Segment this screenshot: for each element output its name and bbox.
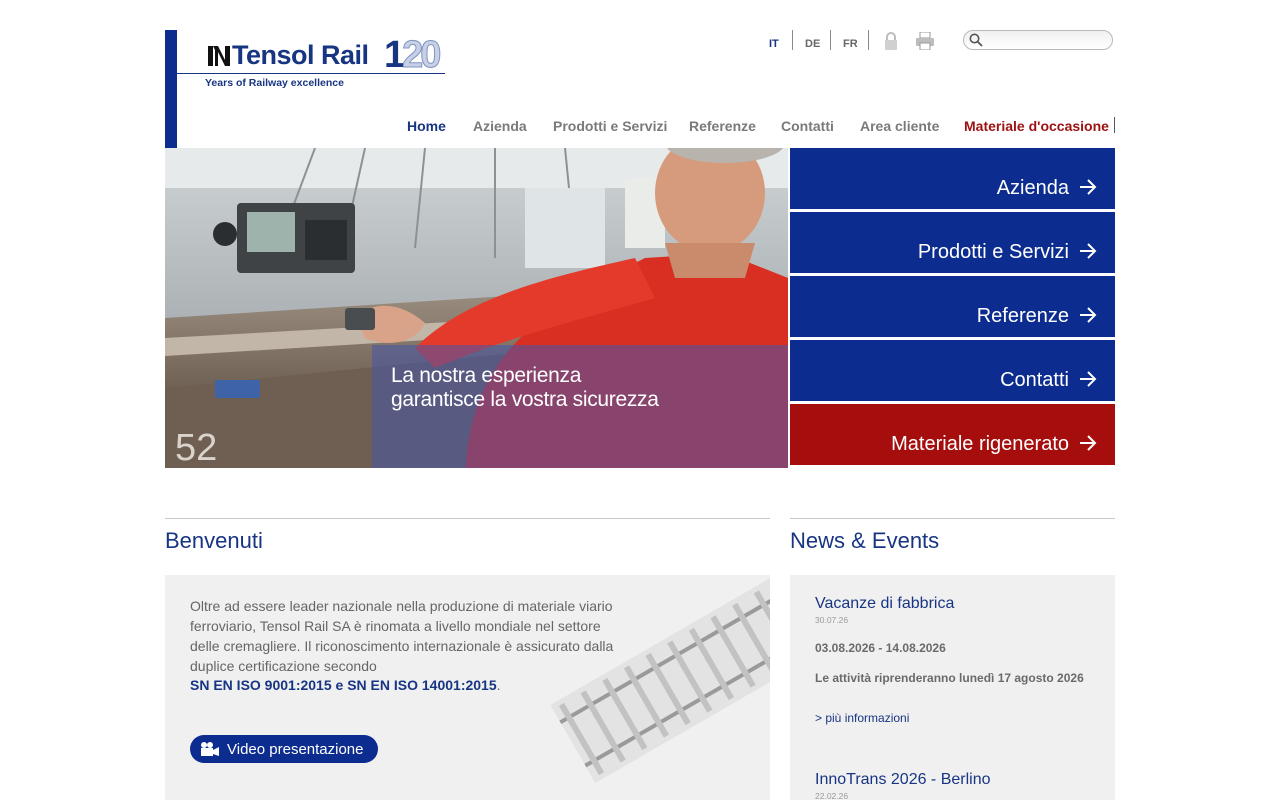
nav-materiale-occasione[interactable]: Materiale d'occasione [964,118,1109,134]
news-item-period: 03.08.2026 - 14.08.2026 [815,641,946,655]
search-icon[interactable] [969,33,983,47]
tile-materiale-rigenerato[interactable]: Materiale rigenerato [790,404,1115,465]
logo-accent-bar [165,30,177,148]
nav-contatti[interactable]: Contatti [781,118,834,134]
svg-text:52: 52 [175,427,217,468]
language-separator [830,30,831,50]
logo-anniversary-number: 120 [384,34,442,77]
arrow-right-icon [1080,435,1097,451]
nav-prodotti-servizi[interactable]: Prodotti e Servizi [553,118,667,134]
search-input[interactable] [963,30,1113,50]
tile-label: Azienda [996,177,1069,199]
iso-suffix: . [496,677,501,693]
lock-icon[interactable] [883,32,899,50]
welcome-heading: Benvenuti [165,528,263,553]
news-item-title[interactable]: Vacanze di fabbrica [815,595,954,613]
arrow-right-icon [1080,371,1097,387]
video-camera-icon [201,742,219,756]
logo-tagline: Years of Railway excellence [205,77,344,89]
hero-caption-line-1: La nostra esperienza [391,364,582,387]
news-divider [790,518,1115,519]
tile-label: Referenze [976,305,1069,327]
language-de[interactable]: DE [805,38,820,50]
news-item-note: Le attività riprenderanno lunedì 17 agos… [815,671,1084,685]
nav-area-cliente[interactable]: Area cliente [860,118,939,134]
news-item-date: 30.07.26 [815,615,849,625]
tile-prodotti-servizi[interactable]: Prodotti e Servizi [790,212,1115,273]
language-separator [792,30,793,50]
iso-standards: SN EN ISO 9001:2015 e SN EN ISO 14001:20… [190,677,497,693]
welcome-text: Oltre ad essere leader nazionale nella p… [190,598,614,674]
welcome-divider [165,518,770,519]
tile-label: Prodotti e Servizi [917,241,1069,263]
nav-home[interactable]: Home [407,118,446,134]
video-presentation-button[interactable]: Video presentazione [190,735,378,763]
language-separator [868,30,869,50]
hero-caption-line-2: garantisce la vostra sicurezza [391,388,659,411]
arrow-right-icon [1080,307,1097,323]
nav-azienda[interactable]: Azienda [473,118,527,134]
news-item-more-link[interactable]: > più informazioni [815,711,909,725]
tile-referenze[interactable]: Referenze [790,276,1115,337]
nav-end-divider [1114,117,1115,133]
tile-azienda[interactable]: Azienda [790,148,1115,209]
hero-caption: La nostra esperienza garantisce la vostr… [391,364,659,412]
tile-label: Contatti [1000,369,1069,391]
news-heading: News & Events [790,528,940,553]
news-item-title[interactable]: InnoTrans 2026 - Berlino [815,771,991,789]
arrow-right-icon [1080,243,1097,259]
logo-divider [177,73,445,74]
logo-mark-icon [208,46,230,66]
language-fr[interactable]: FR [843,38,858,50]
tile-contatti[interactable]: Contatti [790,340,1115,401]
tile-label: Materiale rigenerato [891,433,1069,455]
print-icon[interactable] [915,32,935,50]
arrow-right-icon [1080,179,1097,195]
nav-referenze[interactable]: Referenze [689,118,756,134]
language-it[interactable]: IT [769,38,779,50]
video-button-label: Video presentazione [227,740,364,758]
iso-certifications: SN EN ISO 9001:2015 e SN EN ISO 14001:20… [190,677,501,693]
logo-name[interactable]: Tensol Rail [232,40,369,71]
